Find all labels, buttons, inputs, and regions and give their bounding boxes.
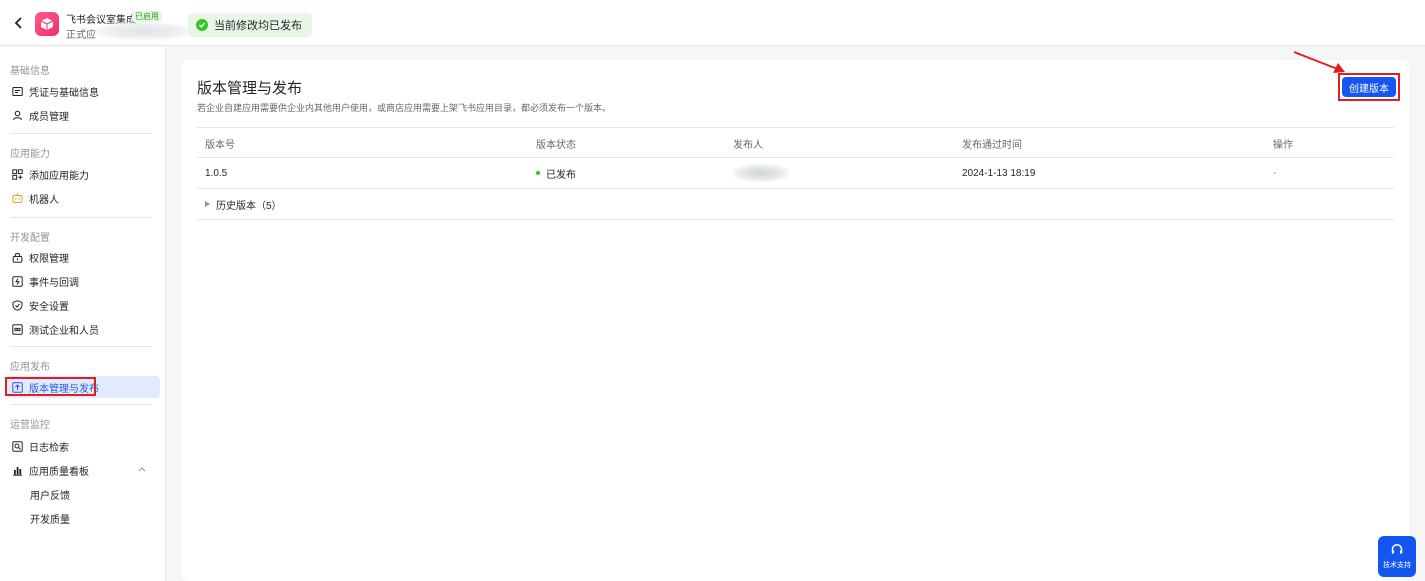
log-search-icon bbox=[12, 440, 23, 452]
sidebar-item-label: 用户反馈 bbox=[30, 490, 70, 502]
page-description: 若企业自建应用需要供企业内其他用户使用，或商店应用需要上架飞书应用目录，都必须发… bbox=[197, 103, 612, 113]
sidebar-item-user-feedback[interactable]: 用户反馈 bbox=[6, 483, 160, 505]
tech-support-button[interactable]: 技术支持 bbox=[1378, 536, 1416, 577]
sidebar-item-members[interactable]: 成员管理 bbox=[6, 104, 160, 126]
grid-add-icon bbox=[12, 168, 23, 180]
app-env-label: 正式应 bbox=[66, 30, 96, 41]
create-version-button[interactable]: 创建版本 bbox=[1342, 77, 1396, 97]
divider bbox=[10, 404, 152, 405]
table-header-row: 版本号 版本状态 发布人 发布通过时间 操作 bbox=[197, 127, 1394, 158]
headset-icon bbox=[1391, 544, 1403, 554]
sidebar-item-label: 安全设置 bbox=[29, 301, 69, 313]
sidebar-item-label: 事件与回调 bbox=[29, 277, 79, 289]
sidebar-item-label: 凭证与基础信息 bbox=[29, 87, 99, 99]
column-header-status: 版本状态 bbox=[536, 139, 576, 151]
sidebar-item-label: 机器人 bbox=[29, 194, 59, 206]
section-title-release: 应用发布 bbox=[10, 362, 50, 373]
section-title-capability: 应用能力 bbox=[10, 149, 50, 160]
sidebar-item-dev-quality[interactable]: 开发质量 bbox=[6, 507, 160, 529]
sidebar-item-label: 测试企业和人员 bbox=[29, 325, 99, 337]
sidebar-item-quality-board[interactable]: 应用质量看板 bbox=[6, 459, 160, 481]
section-title-basic: 基础信息 bbox=[10, 66, 50, 77]
column-header-publisher: 发布人 bbox=[733, 139, 763, 151]
sidebar-item-security[interactable]: 安全设置 bbox=[6, 294, 160, 316]
sidebar-item-events[interactable]: 事件与回调 bbox=[6, 270, 160, 292]
sidebar: 基础信息 凭证与基础信息 成员管理 应用能力 添加应用能力 机器人 开发配置 权… bbox=[0, 47, 166, 581]
sidebar-item-robot[interactable]: 机器人 bbox=[6, 187, 160, 209]
sidebar-item-add-capability[interactable]: 添加应用能力 bbox=[6, 163, 160, 185]
history-toggle[interactable]: 历史版本（5） bbox=[205, 189, 282, 219]
chevron-up-icon[interactable] bbox=[138, 464, 146, 475]
table-row: 1.0.5 已发布 2024-1-13 18:19 - bbox=[197, 158, 1394, 189]
status-text: 已发布 bbox=[546, 169, 576, 181]
top-bar: 飞书会议室集成 已启用 正式应 当前修改均已发布 bbox=[0, 0, 1425, 46]
check-circle-icon bbox=[196, 19, 208, 31]
section-title-dev-config: 开发配置 bbox=[10, 233, 50, 244]
sidebar-item-label: 日志检索 bbox=[29, 442, 69, 454]
publish-status-tip: 当前修改均已发布 bbox=[188, 13, 312, 37]
section-title-monitoring: 运营监控 bbox=[10, 420, 50, 431]
card-icon bbox=[12, 86, 23, 97]
tech-support-label: 技术支持 bbox=[1383, 562, 1411, 569]
app-status-badge: 已启用 bbox=[132, 11, 162, 22]
sidebar-item-label: 添加应用能力 bbox=[29, 170, 89, 182]
sidebar-item-credentials[interactable]: 凭证与基础信息 bbox=[6, 80, 160, 102]
chart-icon bbox=[12, 465, 23, 476]
sidebar-item-permissions[interactable]: 权限管理 bbox=[6, 246, 160, 268]
version-table: 版本号 版本状态 发布人 发布通过时间 操作 1.0.5 已发布 2024-1-… bbox=[197, 127, 1394, 220]
publisher bbox=[733, 158, 789, 188]
column-header-action: 操作 bbox=[1273, 139, 1293, 151]
sidebar-item-label: 权限管理 bbox=[29, 253, 69, 265]
sidebar-item-label: 开发质量 bbox=[30, 514, 70, 526]
app-logo-icon bbox=[35, 12, 59, 36]
event-icon bbox=[12, 275, 23, 287]
upload-icon bbox=[12, 381, 23, 393]
sidebar-item-label: 版本管理与发布 bbox=[29, 383, 99, 395]
divider bbox=[10, 346, 152, 347]
test-icon bbox=[12, 323, 23, 335]
redacted-publisher bbox=[733, 164, 789, 182]
publish-tip-text: 当前修改均已发布 bbox=[214, 20, 302, 32]
version-management-card: 版本管理与发布 若企业自建应用需要供企业内其他用户使用，或商店应用需要上架飞书应… bbox=[182, 51, 1409, 581]
back-arrow-icon[interactable] bbox=[10, 14, 28, 32]
sidebar-item-version-release[interactable]: 版本管理与发布 bbox=[6, 376, 160, 398]
shield-icon bbox=[12, 299, 23, 311]
redacted-area bbox=[96, 22, 192, 40]
sidebar-item-test-org[interactable]: 测试企业和人员 bbox=[6, 318, 160, 340]
approve-time: 2024-1-13 18:19 bbox=[962, 167, 1036, 179]
divider bbox=[10, 133, 152, 134]
robot-icon bbox=[12, 193, 23, 204]
history-row[interactable]: 历史版本（5） bbox=[197, 189, 1394, 220]
page-title: 版本管理与发布 bbox=[197, 80, 303, 97]
column-header-version: 版本号 bbox=[205, 139, 235, 151]
status-dot-icon bbox=[536, 171, 540, 175]
version-status: 已发布 bbox=[536, 158, 576, 188]
column-header-time: 发布通过时间 bbox=[962, 139, 1022, 151]
sidebar-item-label: 成员管理 bbox=[29, 111, 69, 123]
history-label: 历史版本（5） bbox=[216, 200, 282, 212]
lock-icon bbox=[12, 252, 23, 263]
version-number: 1.0.5 bbox=[205, 167, 228, 179]
annotation-arrow-icon bbox=[1293, 51, 1345, 73]
sidebar-item-log-search[interactable]: 日志检索 bbox=[6, 435, 160, 457]
row-action: - bbox=[1273, 167, 1277, 179]
user-icon bbox=[12, 110, 23, 121]
sidebar-item-label: 应用质量看板 bbox=[29, 466, 89, 478]
divider bbox=[10, 217, 152, 218]
caret-right-icon bbox=[205, 201, 210, 207]
